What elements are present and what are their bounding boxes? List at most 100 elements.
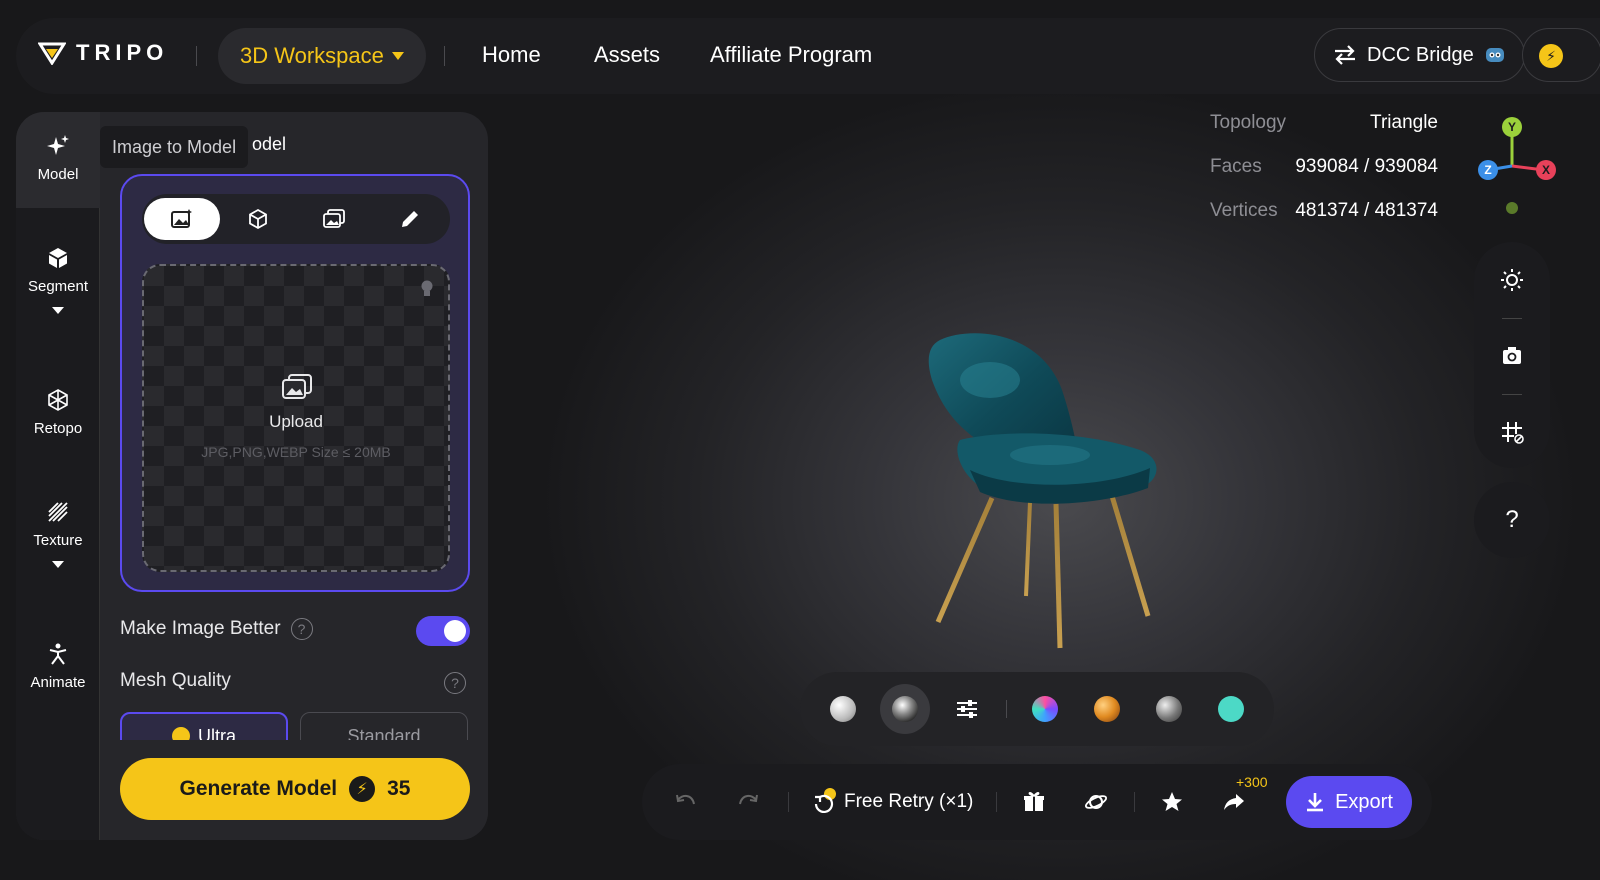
generate-label: Generate Model	[179, 777, 338, 800]
sidebar-item-label: Texture	[33, 532, 83, 549]
camera-reset-icon[interactable]	[1500, 344, 1524, 368]
divider	[444, 46, 445, 66]
gallery-icon	[323, 209, 345, 228]
image-add-icon	[171, 209, 192, 228]
share-icon[interactable]	[1222, 790, 1246, 814]
grid-off-icon[interactable]	[1500, 420, 1524, 444]
divider	[996, 792, 997, 812]
sidebar-item-label: Segment	[27, 278, 89, 295]
workspace-dropdown[interactable]: 3D Workspace	[218, 28, 426, 84]
upload-image-icon	[282, 374, 312, 399]
status-dot	[1506, 202, 1518, 214]
generate-model-button[interactable]: Generate Model ⚡ 35	[120, 758, 470, 820]
axis-gizmo[interactable]: Y X Z	[1474, 116, 1558, 216]
image-drop-zone[interactable]: Upload JPG,PNG,WEBP Size ≤ 20MB	[142, 264, 450, 572]
dcc-bridge-label: DCC Bridge	[1367, 43, 1474, 66]
generate-cost: 35	[387, 777, 411, 800]
planet-icon[interactable]	[1084, 790, 1108, 814]
person-icon	[49, 643, 67, 665]
export-label: Export	[1335, 790, 1393, 813]
sidebar-item-segment[interactable]: Segment	[16, 246, 100, 314]
material-metal-icon[interactable]	[892, 696, 918, 722]
material-toolbar	[800, 672, 1274, 746]
material-normal-icon[interactable]	[1032, 696, 1058, 722]
make-image-better-toggle[interactable]	[416, 616, 470, 646]
sidebar-item-retopo[interactable]: Retopo	[16, 388, 100, 437]
tab-sketch[interactable]	[372, 198, 448, 240]
sidebar-item-label: Model	[37, 166, 79, 183]
sidebar-item-model[interactable]: Model	[16, 112, 100, 208]
mesh-icon	[48, 389, 68, 411]
workspace-label: 3D Workspace	[240, 43, 384, 68]
stat-vertices: Vertices 481374 / 481374	[1210, 200, 1438, 226]
download-icon	[1307, 793, 1324, 812]
material-clay-icon[interactable]	[830, 696, 856, 722]
cube-outline-icon	[249, 208, 267, 230]
stat-value: 939084 / 939084	[1295, 156, 1438, 177]
help-button[interactable]: ?	[1474, 482, 1550, 558]
adjustments-icon[interactable]	[954, 696, 980, 722]
swap-arrows-icon	[1335, 45, 1355, 65]
chair-model[interactable]	[900, 320, 1180, 660]
toggle-knob	[444, 620, 466, 642]
caret-down-icon[interactable]	[52, 561, 64, 568]
y-axis-label: Y	[1508, 120, 1516, 134]
caret-down-icon[interactable]	[52, 307, 64, 314]
tooltip-image-to-model: Image to Model	[100, 126, 249, 168]
mesh-quality-label: Mesh Quality	[120, 670, 231, 691]
nav-assets[interactable]: Assets	[594, 42, 660, 68]
app-frame: TRIPO 3D Workspace Home Assets Affiliate…	[0, 0, 1600, 880]
help-icon[interactable]: ?	[444, 672, 466, 694]
material-base-color-icon[interactable]	[1094, 696, 1120, 722]
divider	[1502, 318, 1522, 319]
input-mode-tabs	[142, 194, 450, 244]
dcc-bridge-button[interactable]: DCC Bridge	[1314, 28, 1525, 82]
texture-icon	[48, 502, 68, 522]
tab-gallery[interactable]	[296, 198, 372, 240]
redo-icon[interactable]	[736, 790, 760, 814]
stat-label: Faces	[1210, 156, 1262, 177]
nav-affiliate-program[interactable]: Affiliate Program	[710, 42, 872, 68]
sparkle-icon	[47, 135, 69, 155]
sidebar-item-animate[interactable]: Animate	[16, 642, 100, 691]
lightning-icon: ⚡	[349, 776, 376, 802]
left-panel: Model Segment Retopo Texture Animate Ima…	[16, 112, 488, 840]
material-color-icon[interactable]	[1218, 696, 1244, 722]
help-icon[interactable]: ?	[290, 618, 313, 640]
stat-label: Vertices	[1210, 200, 1278, 221]
upload-label: Upload	[269, 412, 323, 431]
tab-single-image[interactable]	[144, 198, 220, 240]
tab-multi-view[interactable]	[220, 198, 296, 240]
retry-icon	[814, 788, 836, 813]
star-icon[interactable]	[1160, 790, 1184, 814]
sidebar-item-texture[interactable]: Texture	[16, 500, 100, 568]
stat-label: Topology	[1210, 112, 1287, 133]
tripo-logo-icon	[38, 42, 66, 65]
brand-logo[interactable]: TRIPO	[38, 40, 168, 66]
make-image-better-row: Make Image Better ?	[120, 618, 313, 640]
z-axis-label: Z	[1484, 163, 1491, 177]
lightbulb-icon[interactable]	[420, 280, 434, 298]
upload-card: Upload JPG,PNG,WEBP Size ≤ 20MB	[120, 174, 470, 592]
material-roughness-icon[interactable]	[1156, 696, 1182, 722]
cube-icon	[49, 248, 67, 268]
stat-faces: Faces 939084 / 939084	[1210, 156, 1438, 182]
export-button[interactable]: Export	[1286, 776, 1412, 828]
divider	[788, 792, 789, 812]
undo-icon[interactable]	[674, 790, 698, 814]
credits-button[interactable]: ⚡	[1522, 28, 1600, 82]
free-retry-button[interactable]: Free Retry (×1)	[812, 788, 973, 816]
sidebar-item-label: Animate	[30, 674, 86, 691]
tool-sidebar: Model Segment Retopo Texture Animate	[16, 112, 100, 840]
lightning-icon: ⚡	[1539, 44, 1563, 68]
divider	[1134, 792, 1135, 812]
lighting-icon[interactable]	[1500, 268, 1524, 292]
x-axis-label: X	[1542, 163, 1550, 177]
action-toolbar: Free Retry (×1) +300 Export	[642, 764, 1432, 840]
free-retry-label: Free Retry (×1)	[844, 791, 974, 812]
stat-value: 481374 / 481374	[1295, 200, 1438, 221]
mesh-quality-row: Mesh Quality	[120, 670, 231, 692]
sidebar-item-label: Retopo	[33, 420, 83, 437]
nav-home[interactable]: Home	[482, 42, 541, 68]
gift-icon[interactable]	[1022, 790, 1046, 814]
